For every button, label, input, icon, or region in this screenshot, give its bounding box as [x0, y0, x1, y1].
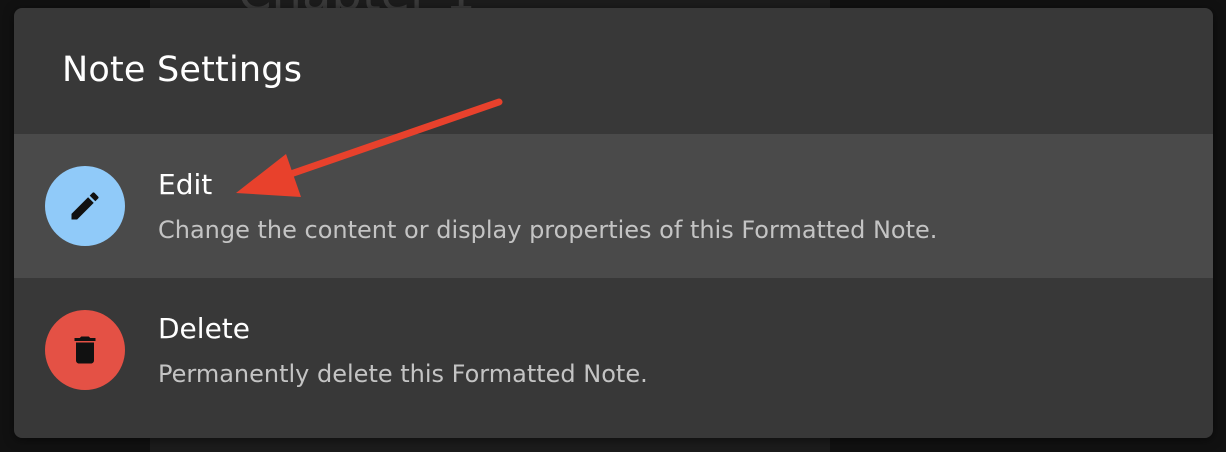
edit-icon-circle	[45, 166, 125, 246]
edit-option[interactable]: Edit Change the content or display prope…	[14, 134, 1213, 278]
delete-icon-circle	[45, 310, 125, 390]
edit-option-label: Edit	[158, 168, 213, 201]
delete-option-label: Delete	[158, 312, 250, 345]
delete-option[interactable]: Delete Permanently delete this Formatted…	[14, 278, 1213, 422]
delete-option-description: Permanently delete this Formatted Note.	[158, 360, 648, 388]
dialog-title: Note Settings	[62, 50, 303, 90]
note-settings-dialog: Note Settings Edit Change the content or…	[14, 8, 1213, 438]
trash-icon	[74, 336, 96, 364]
pencil-icon	[71, 192, 99, 220]
edit-option-description: Change the content or display properties…	[158, 216, 938, 244]
